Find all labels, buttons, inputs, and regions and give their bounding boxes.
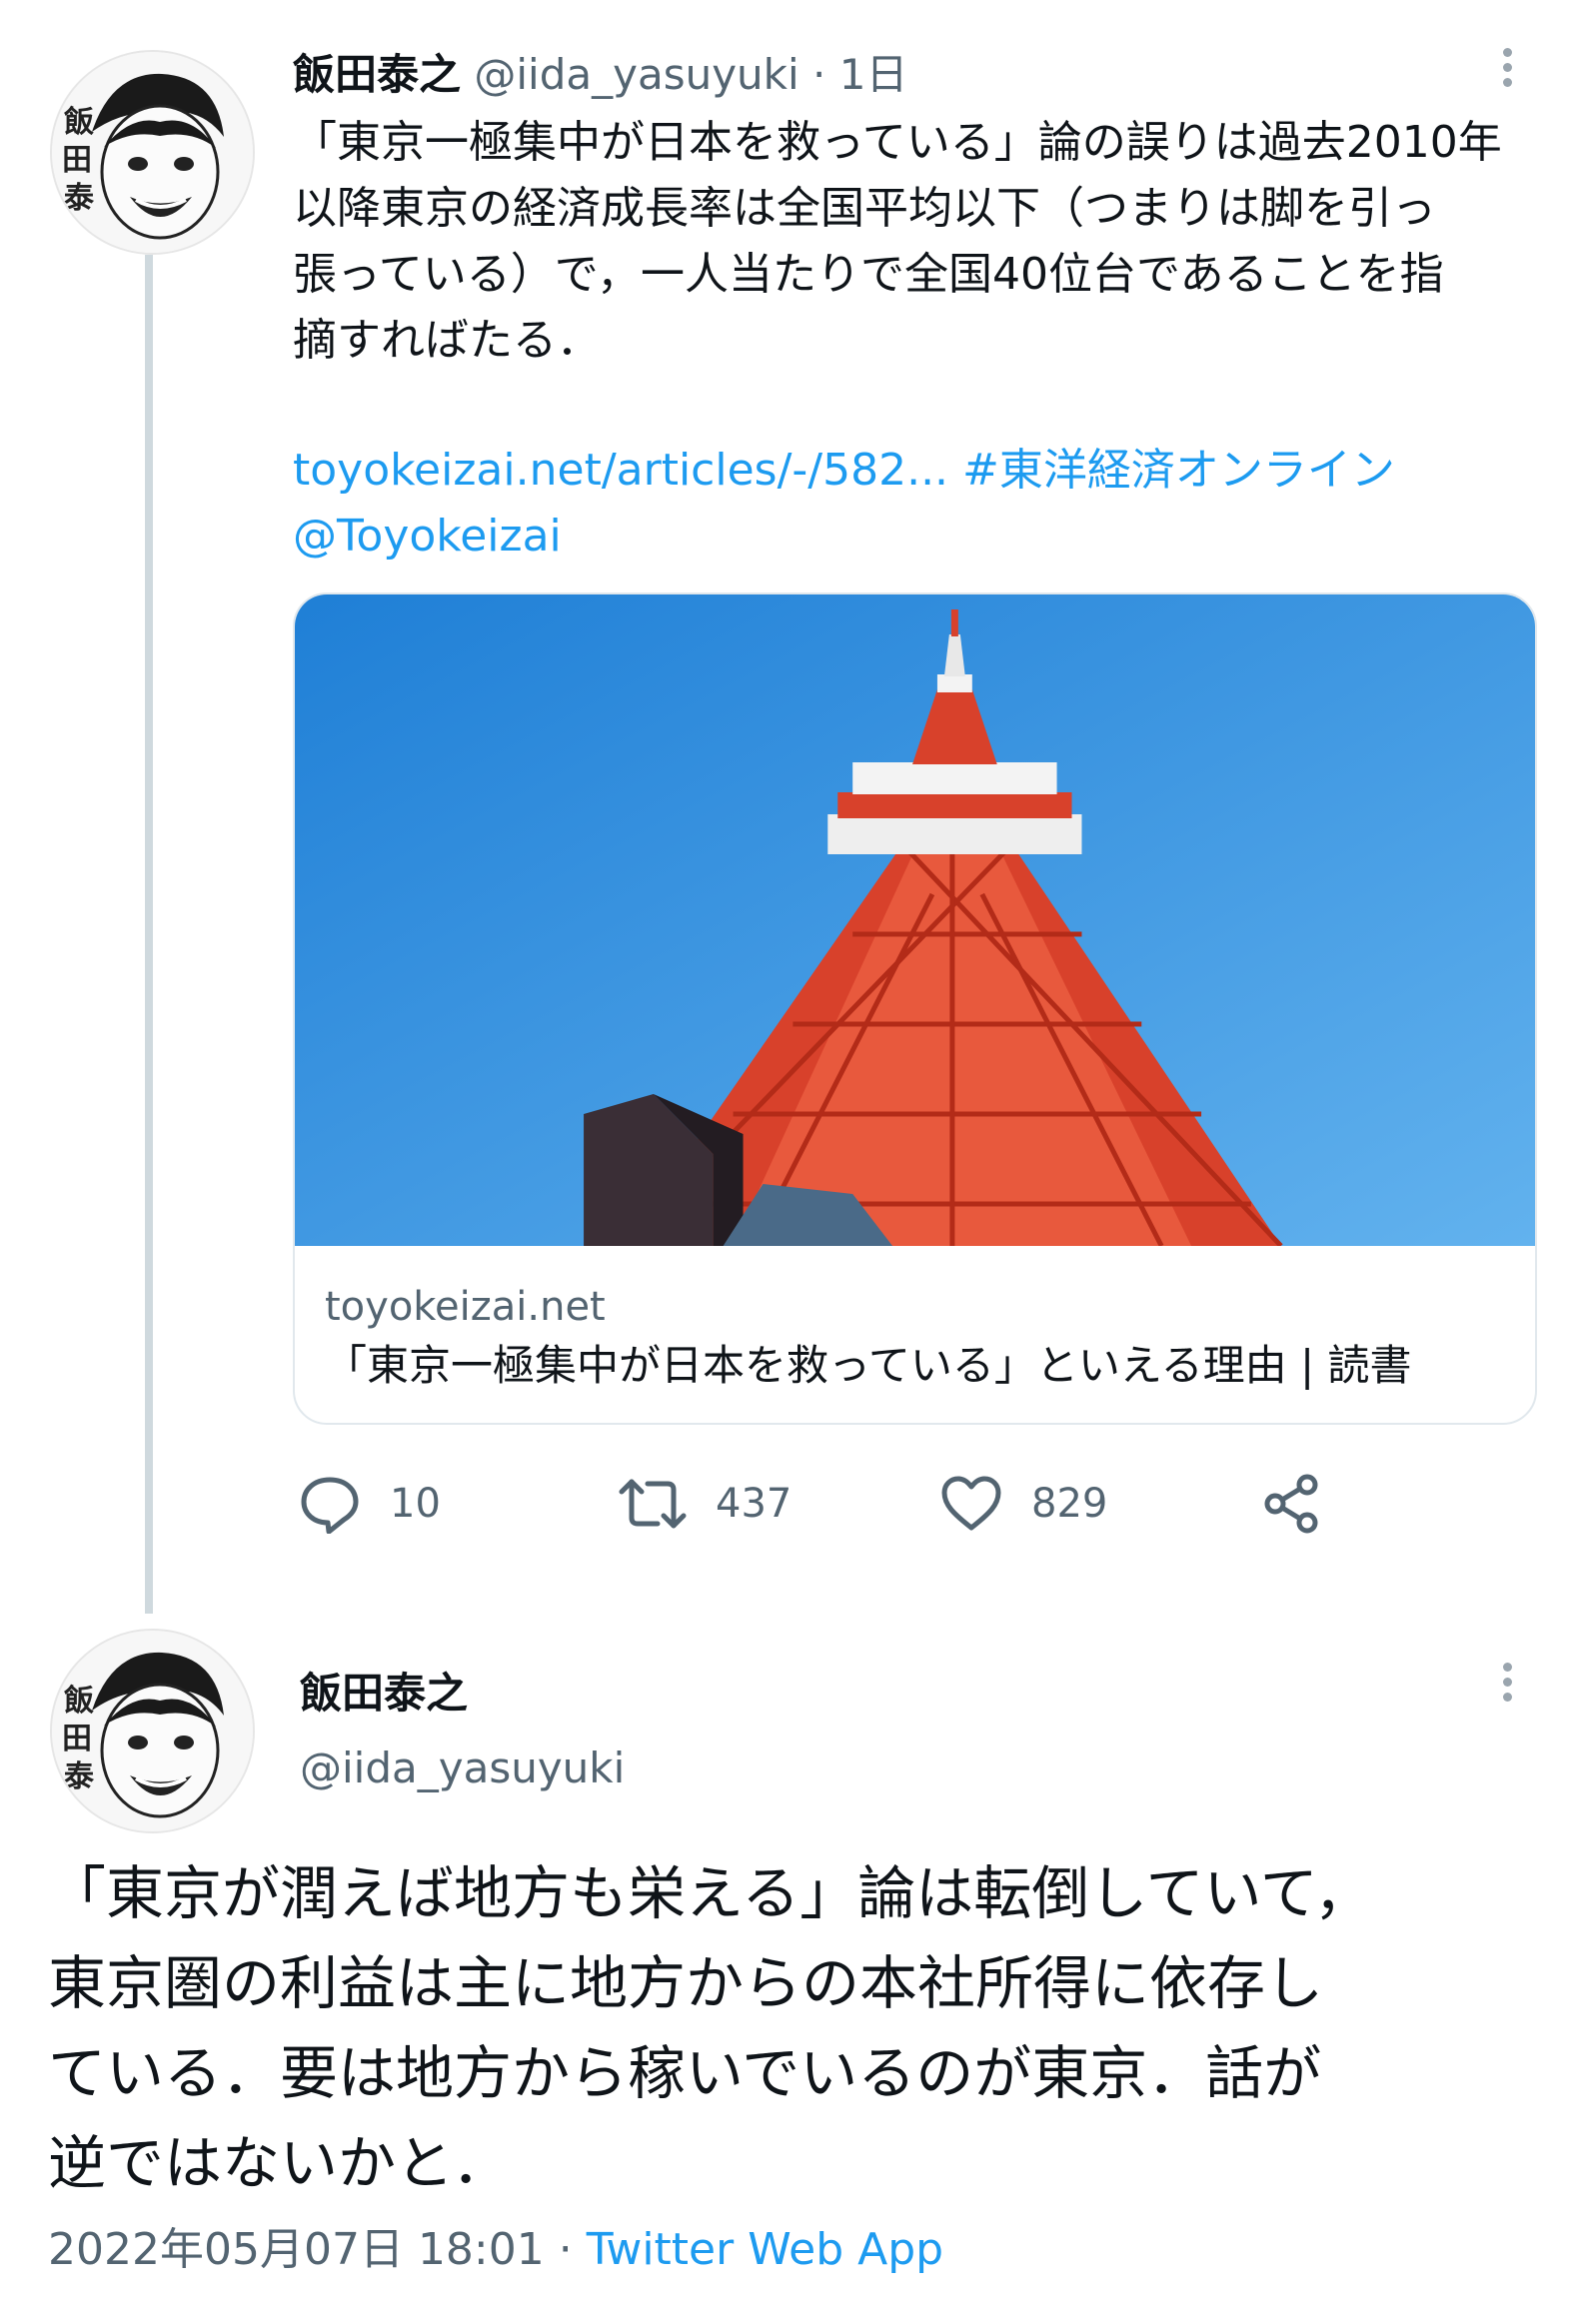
tweet2-text: 「東京が潤えば地方も栄える」論は転倒していて， 東京圏の利益は主に地方からの本社…	[48, 1848, 1372, 2208]
tweet-text-line: 以降東京の経済成長率は全国平均以下（つまりは脚を引っ	[293, 183, 1436, 234]
retweet-count: 437	[716, 1481, 792, 1527]
retweet-icon	[619, 1479, 687, 1529]
meta-separator: ·	[558, 2224, 573, 2275]
reply-icon	[301, 1477, 359, 1534]
svg-text:飯: 飯	[64, 105, 94, 140]
author-name[interactable]: 飯田泰之	[300, 1664, 468, 1724]
avatar-illustration: 飯 田 泰	[52, 52, 253, 253]
heart-icon	[941, 1476, 1001, 1531]
tweet-text-line: ている．要は地方から稼いでいるのが東京．話が	[48, 2039, 1322, 2107]
article-link[interactable]: toyokeizai.net/articles/-/582...	[293, 445, 948, 496]
tweet-text-line: 張っている）で，一人当たりで全国40位台であることを指	[293, 249, 1444, 300]
retweet-button[interactable]: 437	[618, 1474, 792, 1534]
tweet-text-line: 逆ではないかと．	[48, 2129, 511, 2197]
author-handle[interactable]: @iida_yasuyuki	[474, 50, 798, 99]
author-name[interactable]: 飯田泰之	[293, 50, 461, 99]
hashtag-link[interactable]: #東洋経済オンライン	[962, 445, 1395, 496]
svg-text:飯: 飯	[64, 1684, 94, 1719]
card-footer: toyokeizai.net 「東京一極集中が日本を救っている」といえる理由 |…	[325, 1279, 1515, 1397]
share-icon	[1264, 1474, 1318, 1534]
svg-text:田: 田	[62, 1722, 92, 1756]
tokyo-tower-image	[295, 594, 1535, 1246]
tweet-age[interactable]: 1日	[839, 50, 908, 99]
avatar-illustration: 飯 田 泰	[52, 1631, 253, 1831]
tweet1-text: 「東京一極集中が日本を救っている」論の誤りは過去2010年 以降東京の経済成長率…	[293, 110, 1502, 374]
card-title: 「東京一極集中が日本を救っている」といえる理由 | 読書	[325, 1341, 1412, 1390]
tweet-text-line: 「東京が潤えば地方も栄える」論は転倒していて，	[48, 1859, 1372, 1927]
svg-text:泰: 泰	[64, 181, 95, 216]
tweet-timestamp[interactable]: 2022年05月07日 18:01	[48, 2224, 545, 2275]
like-count: 829	[1031, 1481, 1108, 1527]
tweet1-header: 飯田泰之 @iida_yasuyuki · 1日	[293, 45, 907, 105]
author-handle[interactable]: @iida_yasuyuki	[300, 1739, 625, 1798]
more-options-icon[interactable]	[1497, 42, 1517, 93]
avatar[interactable]: 飯 田 泰	[50, 1629, 255, 1833]
tweet2-meta: 2022年05月07日 18:01 · Twitter Web App	[48, 2220, 943, 2280]
header-separator: ·	[812, 50, 826, 99]
svg-text:田: 田	[62, 143, 92, 178]
link-preview-card[interactable]: toyokeizai.net 「東京一極集中が日本を救っている」といえる理由 |…	[293, 592, 1537, 1425]
tweet-source[interactable]: Twitter Web App	[587, 2224, 943, 2275]
tweet-text-line: 摘すればたる．	[293, 315, 601, 366]
mention-link[interactable]: @Toyokeizai	[293, 511, 562, 562]
reply-count: 10	[390, 1481, 441, 1527]
share-button[interactable]	[1261, 1474, 1323, 1534]
svg-text:泰: 泰	[64, 1759, 95, 1794]
reply-button[interactable]: 10	[298, 1474, 441, 1534]
tweet-text-line: 東京圏の利益は主に地方からの本社所得に依存し	[48, 1949, 1324, 2017]
like-button[interactable]: 829	[939, 1474, 1107, 1534]
more-options-icon[interactable]	[1497, 1657, 1517, 1708]
tweet1-links: toyokeizai.net/articles/-/582... #東洋経済オン…	[293, 438, 1395, 570]
card-domain: toyokeizai.net	[325, 1284, 606, 1330]
thread-connector-line	[145, 255, 153, 1614]
tweet-text-line: 「東京一極集中が日本を救っている」論の誤りは過去2010年	[293, 117, 1502, 168]
avatar[interactable]: 飯 田 泰	[50, 50, 255, 255]
